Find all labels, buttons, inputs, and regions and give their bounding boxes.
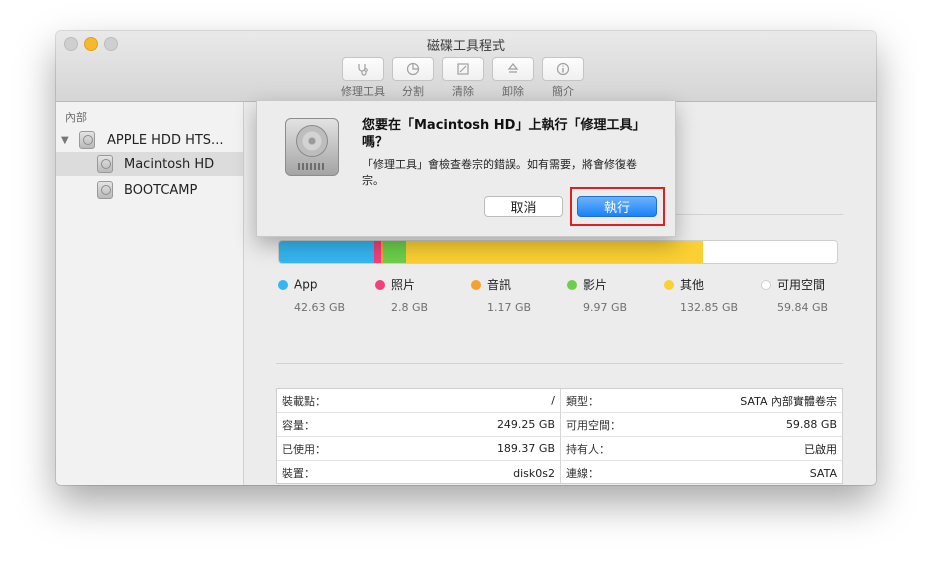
legend-size: 1.17 GB: [487, 301, 532, 314]
legend-dot: [278, 279, 288, 290]
legend-size: 42.63 GB: [294, 301, 346, 314]
sidebar-item-apple-hdd[interactable]: ▼ APPLE HDD HTS...: [56, 128, 243, 152]
disclosure-triangle-icon[interactable]: ▼: [61, 135, 71, 146]
info-row: 已使用： 189.37 GB: [277, 437, 560, 461]
info-value: SATA 內部實體卷宗: [740, 394, 837, 408]
sidebar: 內部 ▼ APPLE HDD HTS... Macintosh HD BOOTC…: [56, 102, 244, 485]
info-row: 類型： SATA 內部實體卷宗: [561, 389, 842, 413]
erase-icon: [442, 57, 484, 81]
stethoscope-icon: [342, 57, 384, 81]
info-key: 裝置：: [282, 467, 315, 480]
legend-dot: [761, 279, 771, 290]
unmount-button[interactable]: 卸除: [490, 57, 536, 99]
sidebar-header: 內部: [65, 111, 87, 124]
erase-label: 清除: [452, 85, 474, 98]
info-row: 裝載點： /: [277, 389, 560, 413]
hard-drive-icon: [79, 131, 95, 149]
titlebar: 磁碟工具程式 修理工具 分割 清除 卸除 簡介: [56, 31, 876, 102]
legend-other: 其他 132.85 GB: [664, 274, 756, 314]
info-value: 189.37 GB: [496, 442, 555, 455]
info-value: /: [551, 394, 555, 407]
info-value: SATA: [809, 466, 837, 480]
legend-dot: [567, 279, 577, 290]
info-row: 可用空間： 59.88 GB: [561, 413, 842, 437]
info-key: 已使用：: [282, 442, 326, 456]
legend-size: 59.84 GB: [777, 301, 829, 314]
sidebar-item-macintosh-hd[interactable]: Macintosh HD: [56, 152, 243, 176]
info-key: 裝載點：: [282, 394, 326, 408]
legend-label: 可用空間: [777, 278, 826, 292]
info-key: 可用空間：: [566, 418, 621, 432]
usage-segment-video: [383, 241, 406, 263]
usage-segment-other: [405, 241, 703, 263]
legend-photos: 照片 2.8 GB: [375, 274, 467, 314]
sidebar-item-label: Macintosh HD: [124, 156, 215, 172]
legend-label: 其他: [680, 278, 705, 292]
info-key: 持有人：: [566, 442, 610, 456]
first-aid-label: 修理工具: [341, 85, 385, 98]
info-row: 連線： SATA: [561, 461, 842, 485]
legend-audio: 音訊 1.17 GB: [471, 274, 563, 314]
volume-icon: [97, 181, 113, 199]
pie-icon: [392, 57, 434, 81]
window-title: 磁碟工具程式: [426, 39, 505, 54]
legend-video: 影片 9.97 GB: [567, 274, 659, 314]
legend-app: App 42.63 GB: [278, 274, 370, 314]
info-key: 容量：: [282, 418, 315, 432]
legend-label: 影片: [583, 278, 608, 292]
divider: [276, 363, 843, 364]
legend-label: 音訊: [487, 278, 512, 292]
legend-size: 2.8 GB: [391, 301, 429, 314]
info-value: 59.88 GB: [785, 418, 837, 431]
legend-dot: [375, 279, 385, 290]
usage-bar: [278, 240, 838, 264]
dialog-title: 您要在「Macintosh HD」上執行「修理工具」嗎？: [362, 118, 646, 150]
volume-info-table: 裝載點： / 容量： 249.25 GB 已使用： 189.37 GB 裝置： disk…: [276, 388, 843, 484]
sidebar-item-bootcamp[interactable]: BOOTCAMP: [56, 178, 243, 202]
grille-graphic: [298, 163, 326, 170]
sidebar-item-label: BOOTCAMP: [124, 182, 198, 198]
legend-label: App: [294, 277, 318, 292]
dialog-message: 「修理工具」會檢查卷宗的錯誤。如有需要，將會修復卷宗。: [362, 158, 637, 187]
info-row: 持有人： 已啟用: [561, 437, 842, 461]
legend-size: 132.85 GB: [680, 301, 739, 314]
info-row: 容量： 249.25 GB: [277, 413, 560, 437]
volume-icon: [97, 155, 113, 173]
platter-graphic: [296, 125, 328, 157]
info-value: 249.25 GB: [496, 418, 555, 431]
sidebar-item-label: APPLE HDD HTS...: [107, 132, 224, 148]
first-aid-confirm-dialog: 您要在「Macintosh HD」上執行「修理工具」嗎？ 「修理工具」會檢查卷宗…: [256, 100, 676, 237]
usage-segment-free: [703, 241, 837, 263]
info-row: 裝置： disk0s2: [277, 461, 560, 485]
legend-size: 9.97 GB: [583, 301, 628, 314]
partition-label: 分割: [402, 85, 424, 98]
legend-label: 照片: [391, 278, 416, 292]
info-button[interactable]: 簡介: [540, 57, 586, 99]
info-key: 類型：: [566, 394, 599, 408]
highlight-box: [570, 187, 665, 226]
info-label: 簡介: [552, 85, 574, 98]
legend-dot: [471, 279, 481, 290]
unmount-label: 卸除: [502, 85, 524, 98]
cancel-button[interactable]: 取消: [484, 196, 563, 217]
legend-dot: [664, 279, 674, 290]
info-key: 連線：: [566, 467, 599, 480]
usage-segment-app: [279, 241, 375, 263]
info-value: 已啟用: [804, 442, 837, 456]
partition-button[interactable]: 分割: [390, 57, 436, 99]
info-value: disk0s2: [513, 466, 555, 480]
hard-drive-icon: [285, 118, 339, 176]
info-icon: [542, 57, 584, 81]
erase-button[interactable]: 清除: [440, 57, 486, 99]
legend-free: 可用空間 59.84 GB: [761, 274, 853, 314]
first-aid-button[interactable]: 修理工具: [340, 57, 386, 99]
eject-icon: [492, 57, 534, 81]
